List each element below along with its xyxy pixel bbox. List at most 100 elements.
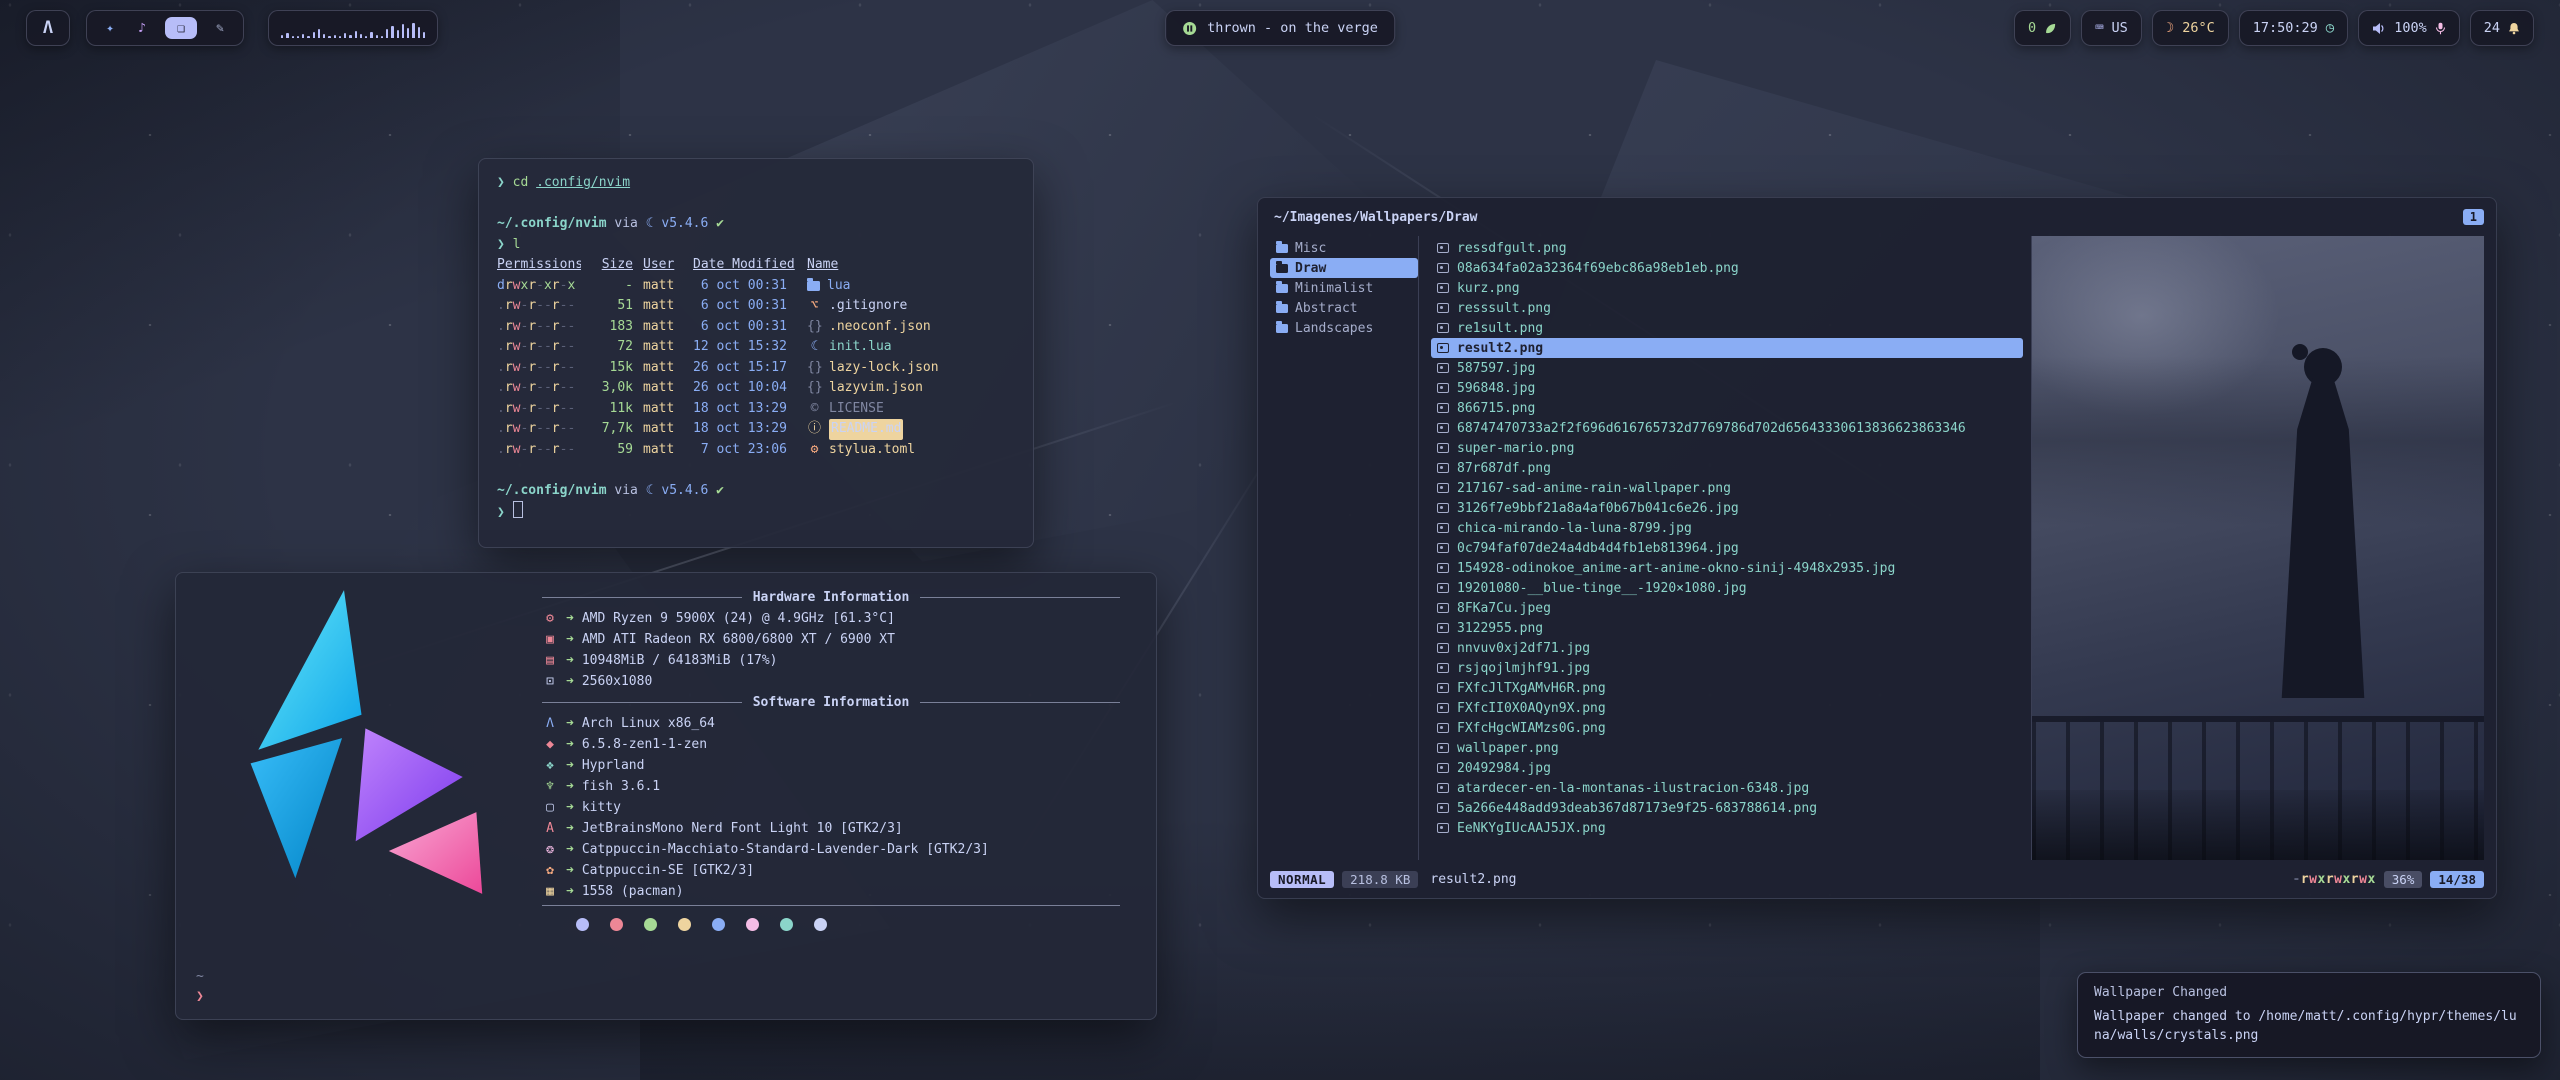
file-row[interactable]: 19201080-__blue-tinge__-1920×1080.jpg [1431, 578, 2023, 598]
preview-girl-silhouette [2280, 348, 2366, 698]
fetch-item: ❖➜Hyprland [542, 755, 1120, 776]
terminal-content: ❯ cd .config/nvim~/.config/nvim via ☾ v5… [497, 173, 1015, 522]
sidebar-folder-landscapes[interactable]: Landscapes [1270, 318, 1418, 338]
file-row[interactable]: 3126f7e9bbf21a8a4af0b67b041c6e26.jpg [1431, 498, 2023, 518]
file-row[interactable]: rsjqojlmjhf91.jpg [1431, 658, 2023, 678]
visualizer-bar [318, 29, 320, 38]
fetch-item: ⚙➜AMD Ryzen 9 5900X (24) @ 4.9GHz [61.3°… [542, 608, 1120, 629]
file-row[interactable]: 5a266e448add93deab367d87173e9f25-6837886… [1431, 798, 2023, 818]
image-file-icon [1437, 543, 1449, 553]
markdown-icon: ⓘ [807, 419, 822, 440]
palette-dot [678, 918, 691, 931]
keyboard-module[interactable]: ⌨US [2081, 10, 2142, 46]
weather-module[interactable]: ☽26°C [2152, 10, 2229, 46]
folder-sidebar: MiscDrawMinimalistAbstractLandscapes [1270, 236, 1418, 860]
file-row[interactable]: 3122955.png [1431, 618, 2023, 638]
file-row[interactable]: 587597.jpg [1431, 358, 2023, 378]
file-row[interactable]: 596848.jpg [1431, 378, 2023, 398]
volume-module[interactable]: 100% [2358, 10, 2460, 46]
terminal-window-fetch[interactable]: Hardware Information⚙➜AMD Ryzen 9 5900X … [175, 572, 1157, 1020]
file-row[interactable]: FXfcHgcWIAMzs0G.png [1431, 718, 2023, 738]
file-row[interactable]: FXfcII0X0AQyn9X.png [1431, 698, 2023, 718]
notifications-module[interactable]: 24 [2470, 10, 2534, 46]
section-footer-line [542, 905, 1120, 906]
file-entry: .rw-r--r--72matt12 oct 15:32☾init.lua [497, 337, 1015, 358]
file-row[interactable]: 8FKa7Cu.jpeg [1431, 598, 2023, 618]
file-row[interactable]: 154928-odinokoe_anime-art-anime-okno-sin… [1431, 558, 2023, 578]
tab-badge[interactable]: 1 [2463, 209, 2484, 225]
visualizer-bar [376, 35, 378, 38]
arrow-icon: ➜ [566, 776, 574, 797]
file-size-badge: 218.8 KB [1342, 871, 1418, 888]
file-row[interactable]: 217167-sad-anime-rain-wallpaper.png [1431, 478, 2023, 498]
sidebar-folder-draw[interactable]: Draw [1270, 258, 1418, 278]
file-row[interactable]: wallpaper.png [1431, 738, 2023, 758]
fetch-item: ▢➜kitty [542, 797, 1120, 818]
preview-detail [2280, 378, 2366, 698]
image-file-icon [1437, 723, 1449, 733]
module-label: 0 [2028, 20, 2036, 36]
terminal-window-nvim[interactable]: ❯ cd .config/nvim~/.config/nvim via ☾ v5… [478, 158, 1034, 548]
file-row[interactable]: 0c794faf07de24a4db4d4fb1eb813964.jpg [1431, 538, 2023, 558]
visualizer-bar [313, 32, 315, 38]
file-row[interactable]: FXfcJlTXgAMvH6R.png [1431, 678, 2023, 698]
updates-module[interactable]: 0 [2014, 10, 2071, 46]
module-label: US [2112, 20, 2128, 36]
file-row[interactable]: 68747470733a2f2f696d616765732d7769786d70… [1431, 418, 2023, 438]
file-row[interactable]: atardecer-en-la-montanas-ilustracion-634… [1431, 778, 2023, 798]
playing-icon [1182, 21, 1197, 36]
file-row[interactable]: 20492984.jpg [1431, 758, 2023, 778]
file-manager-window[interactable]: ~/Imagenes/Wallpapers/Draw 1 MiscDrawMin… [1257, 197, 2497, 899]
clock-module[interactable]: 17:50:29◷ [2239, 10, 2348, 46]
sidebar-folder-abstract[interactable]: Abstract [1270, 298, 1418, 318]
arrow-icon: ➜ [566, 671, 574, 692]
visualizer-bar [391, 26, 393, 38]
palette-dot [576, 918, 589, 931]
arch-logo-icon: Λ [43, 18, 53, 38]
image-file-icon [1437, 403, 1449, 413]
visualizer-bar [281, 35, 283, 38]
section-title: Hardware Information [751, 587, 912, 608]
workspace-button[interactable]: ❏ [165, 17, 197, 39]
visualizer-bar [370, 32, 372, 38]
fetch-item: ▣➜AMD ATI Radeon RX 6800/6800 XT / 6900 … [542, 629, 1120, 650]
visualizer-bar [360, 34, 362, 38]
file-row[interactable]: chica-mirando-la-luna-8799.jpg [1431, 518, 2023, 538]
fetch-info: Hardware Information⚙➜AMD Ryzen 9 5900X … [542, 587, 1120, 931]
file-row[interactable]: resssult.png [1431, 298, 2023, 318]
terminal-icon: ▢ [542, 797, 558, 818]
file-row[interactable]: result2.png [1431, 338, 2023, 358]
fetch-item: ❂➜Catppuccin-Macchiato-Standard-Lavender… [542, 839, 1120, 860]
mode-badge: NORMAL [1270, 871, 1334, 888]
file-row[interactable]: EeNKYgIUcAAJ5JX.png [1431, 818, 2023, 838]
image-file-icon [1437, 763, 1449, 773]
file-row[interactable]: re1sult.png [1431, 318, 2023, 338]
visualizer-bar [381, 36, 383, 38]
display-icon: ⊡ [542, 671, 558, 692]
visualizer-bar [397, 30, 399, 38]
notification-toast[interactable]: Wallpaper Changed Wallpaper changed to /… [2077, 972, 2541, 1058]
section-header: Hardware Information [542, 587, 1120, 608]
file-row[interactable]: nnvuv0xj2df71.jpg [1431, 638, 2023, 658]
file-row[interactable]: 866715.png [1431, 398, 2023, 418]
fetch-item: ⊡➜2560x1080 [542, 671, 1120, 692]
file-row[interactable]: kurz.png [1431, 278, 2023, 298]
file-row[interactable]: ressdfgult.png [1431, 238, 2023, 258]
media-module[interactable]: thrown - on the verge [1165, 10, 1395, 46]
workspace-button[interactable]: ✎ [211, 17, 229, 39]
sidebar-folder-misc[interactable]: Misc [1270, 238, 1418, 258]
workspace-button[interactable]: ✦ [101, 17, 119, 39]
notification-title: Wallpaper Changed [2094, 985, 2524, 1000]
module-label: 17:50:29 [2253, 20, 2318, 36]
launcher-button[interactable]: Λ [26, 10, 70, 46]
kernel-icon: ◆ [542, 734, 558, 755]
fetch-item: ♆➜fish 3.6.1 [542, 776, 1120, 797]
notification-body: Wallpaper changed to /home/matt/.config/… [2094, 1007, 2524, 1045]
file-row[interactable]: super-mario.png [1431, 438, 2023, 458]
status-bar: NORMAL 218.8 KB result2.png -rwxrwxrwx 3… [1270, 868, 2484, 890]
file-row[interactable]: 08a634fa02a32364f69ebc86a98eb1eb.png [1431, 258, 2023, 278]
file-row[interactable]: 87r687df.png [1431, 458, 2023, 478]
workspace-button[interactable]: ♪ [133, 17, 151, 39]
sidebar-folder-minimalist[interactable]: Minimalist [1270, 278, 1418, 298]
fetch-item: Λ➜Arch Linux x86_64 [542, 713, 1120, 734]
